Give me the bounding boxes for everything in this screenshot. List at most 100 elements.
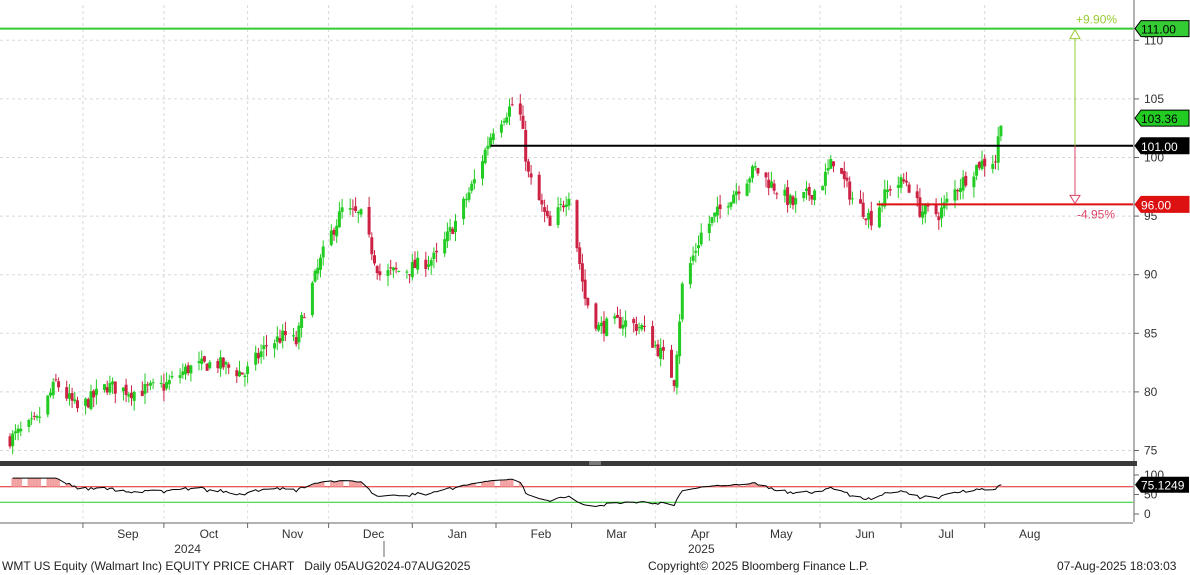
candle-body xyxy=(486,145,490,149)
candle-body xyxy=(980,160,984,170)
candle-body xyxy=(321,246,325,258)
downside-arrowhead xyxy=(1069,194,1081,205)
candle-body xyxy=(300,315,304,328)
candle-body xyxy=(937,216,941,221)
candle-body xyxy=(945,198,949,203)
candle-body xyxy=(869,210,873,226)
month-label: Sep xyxy=(117,527,139,541)
candle-body xyxy=(502,120,506,123)
candle-body xyxy=(940,207,943,219)
candle-body xyxy=(521,115,525,129)
candle-body xyxy=(826,168,830,171)
candle-body xyxy=(999,125,1003,137)
candle-body xyxy=(805,188,808,192)
candle-body xyxy=(124,384,128,395)
candle-body xyxy=(994,161,997,163)
candle-body xyxy=(27,420,31,427)
resistance-tag-text: 101.00 xyxy=(1141,140,1178,154)
candle-body xyxy=(680,283,684,320)
candle-body xyxy=(186,365,190,373)
candle-body xyxy=(707,223,711,233)
candle-body xyxy=(564,204,568,207)
candle-body xyxy=(597,324,601,331)
month-label: Jun xyxy=(855,527,874,541)
candle-body xyxy=(578,247,582,265)
downside-pct-label: -4.95% xyxy=(1077,207,1115,221)
candle-body xyxy=(167,379,171,385)
candle-body xyxy=(710,217,714,224)
candle-body xyxy=(219,357,223,369)
candle-body xyxy=(189,365,193,374)
candle-body xyxy=(278,338,282,343)
candle-body xyxy=(67,393,71,399)
candle-body xyxy=(151,382,155,384)
candle-body xyxy=(46,395,50,415)
candle-body xyxy=(283,330,287,336)
candle-body xyxy=(653,345,657,347)
price-tick-label: 90 xyxy=(1144,268,1158,282)
candle-body xyxy=(791,196,795,206)
candle-body xyxy=(208,362,212,369)
candle-body xyxy=(216,361,220,369)
candle-body xyxy=(397,271,401,273)
candle-body xyxy=(678,321,682,357)
candle-body xyxy=(108,382,112,393)
candle-body xyxy=(548,215,552,226)
candle-body xyxy=(359,209,363,215)
candle-body xyxy=(481,161,484,179)
target-tag-text: 111.00 xyxy=(1141,23,1176,37)
candle-body xyxy=(470,183,474,191)
candle-body xyxy=(451,228,455,234)
chart-date-range: 05AUG2024-07AUG2025 xyxy=(334,559,471,573)
candle-body xyxy=(445,231,449,242)
candle-body xyxy=(165,382,169,389)
candle-body xyxy=(38,416,42,418)
candle-body xyxy=(643,325,646,327)
candle-body xyxy=(54,379,58,381)
candle-body xyxy=(491,133,495,141)
candle-body xyxy=(786,187,790,206)
candle-body xyxy=(972,176,976,188)
candle-body xyxy=(202,356,206,362)
candle-body xyxy=(197,361,201,364)
candle-body xyxy=(464,199,468,201)
candle-body xyxy=(956,190,960,192)
candle-body xyxy=(143,383,147,394)
candle-body xyxy=(86,399,90,408)
candle-body xyxy=(408,274,412,276)
candle-body xyxy=(354,206,358,211)
candle-body xyxy=(148,382,152,386)
candle-body xyxy=(240,372,244,375)
candle-body xyxy=(864,218,868,221)
candle-body xyxy=(991,163,995,169)
year-label: 2024 xyxy=(174,542,201,556)
candle-body xyxy=(348,208,352,210)
candle-body xyxy=(850,198,854,200)
month-label: Nov xyxy=(282,527,303,541)
candle-body xyxy=(262,345,266,350)
candle-body xyxy=(367,207,371,235)
candle-body xyxy=(11,433,15,447)
candle-body xyxy=(84,398,88,406)
candle-body xyxy=(335,225,339,237)
candle-body xyxy=(942,202,946,209)
price-chart: 7580859095100105110+9.90%-4.95%111.00103… xyxy=(0,0,1190,557)
candle-body xyxy=(224,362,228,365)
month-label: Apr xyxy=(691,527,710,541)
month-label: Oct xyxy=(200,527,219,541)
candle-body xyxy=(637,327,641,329)
candle-body xyxy=(227,364,231,368)
candle-body xyxy=(103,384,106,391)
candle-body xyxy=(616,314,619,318)
candle-body xyxy=(694,250,698,253)
candle-body xyxy=(146,384,150,386)
candle-body xyxy=(132,391,136,401)
candle-body xyxy=(886,189,889,193)
candle-body xyxy=(89,391,93,410)
candle-body xyxy=(802,191,806,198)
candle-body xyxy=(221,357,225,368)
candle-body xyxy=(848,181,852,200)
candle-body xyxy=(370,237,374,255)
candle-body xyxy=(505,117,509,123)
candle-body xyxy=(32,415,36,417)
